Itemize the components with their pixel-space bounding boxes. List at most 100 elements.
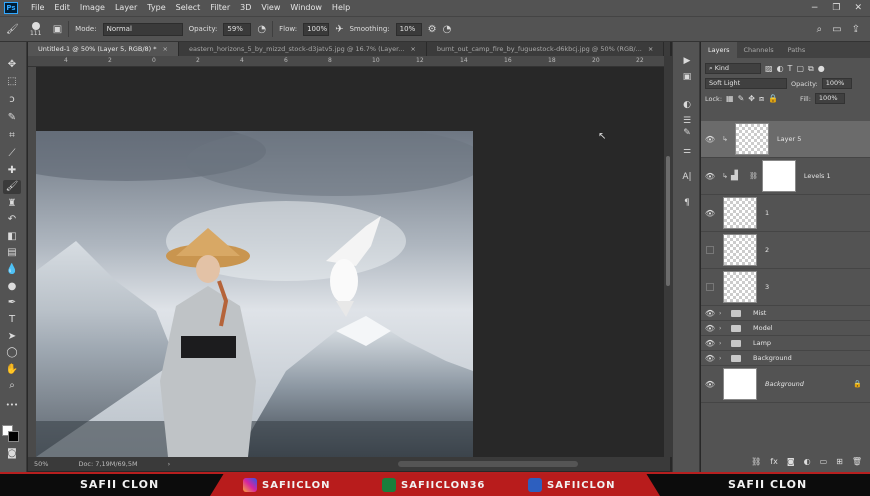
fill-field[interactable]: 100%: [814, 93, 845, 104]
flow-field[interactable]: 100%: [303, 22, 330, 36]
gradient-tool-icon[interactable]: ▤: [3, 246, 21, 260]
type-tool-icon[interactable]: T: [3, 313, 21, 327]
restore-icon[interactable]: ❐: [832, 3, 840, 13]
search-icon[interactable]: ⌕: [817, 24, 823, 35]
layer-row-3[interactable]: 3: [701, 269, 870, 306]
type-filter-icon[interactable]: T: [788, 64, 793, 73]
opacity-field[interactable]: 59%: [223, 22, 252, 36]
link-layers-icon[interactable]: ⛓: [751, 457, 761, 466]
blend-mode-select[interactable]: Soft Light: [705, 78, 787, 89]
scrollbar-thumb[interactable]: [666, 156, 670, 286]
menu-file[interactable]: File: [26, 0, 49, 16]
zoom-level[interactable]: 50%: [34, 460, 48, 468]
visibility-eye-icon[interactable]: 👁: [701, 135, 719, 144]
visibility-toggle-off[interactable]: [706, 246, 714, 254]
chevron-right-icon[interactable]: ›: [719, 310, 727, 317]
menu-edit[interactable]: Edit: [49, 0, 75, 16]
add-mask-icon[interactable]: ◙: [787, 457, 795, 466]
properties-icon[interactable]: ☰: [680, 116, 694, 128]
layer-name[interactable]: 3: [765, 283, 769, 291]
layer-name[interactable]: 2: [765, 246, 769, 254]
workspace-icon[interactable]: ▭: [832, 24, 841, 35]
brush-preset-picker[interactable]: 111: [25, 21, 47, 37]
lock-pixels-icon[interactable]: ✎: [738, 94, 745, 103]
group-name[interactable]: Lamp: [753, 339, 771, 347]
paragraph-icon[interactable]: ¶: [680, 198, 694, 210]
menu-help[interactable]: Help: [327, 0, 355, 16]
mode-select[interactable]: Normal: [102, 22, 183, 36]
clone-stamp-tool-icon[interactable]: ♜: [3, 197, 21, 211]
kind-filter-select[interactable]: ⌕ Kind: [705, 63, 761, 74]
visibility-eye-icon[interactable]: 👁: [701, 339, 719, 348]
new-layer-icon[interactable]: ⊞: [836, 457, 843, 466]
history-icon[interactable]: ▶: [680, 56, 694, 68]
minimize-icon[interactable]: −: [811, 3, 819, 13]
vertical-scrollbar[interactable]: [664, 56, 672, 457]
visibility-toggle-off[interactable]: [706, 283, 714, 291]
adjustments-icon[interactable]: ◐: [680, 100, 694, 112]
tab-layers[interactable]: Layers: [701, 42, 737, 58]
layer-name[interactable]: 1: [765, 209, 769, 217]
brush-settings-icon[interactable]: ▣: [53, 24, 62, 35]
layer-row-layer-5[interactable]: 👁 ↳ Layer 5: [701, 121, 870, 158]
shape-tool-icon[interactable]: ◯: [3, 346, 21, 360]
brush-tool-icon[interactable]: 🖌: [3, 180, 21, 194]
adjustment-filter-icon[interactable]: ◐: [777, 64, 784, 73]
chevron-right-icon[interactable]: ›: [719, 355, 727, 362]
smoothing-field[interactable]: 10%: [395, 22, 422, 36]
close-icon[interactable]: ×: [163, 45, 168, 53]
chevron-right-icon[interactable]: ›: [719, 340, 727, 347]
tab-paths[interactable]: Paths: [781, 42, 813, 58]
layer-group-model[interactable]: 👁 › Model: [701, 321, 870, 336]
quick-mask-icon[interactable]: ◙: [3, 447, 21, 461]
pressure-opacity-icon[interactable]: ◔: [257, 24, 266, 35]
visibility-eye-icon[interactable]: 👁: [701, 380, 719, 389]
visibility-eye-icon[interactable]: 👁: [701, 309, 719, 318]
dodge-tool-icon[interactable]: ●: [3, 280, 21, 294]
layer-style-icon[interactable]: fx: [770, 457, 778, 466]
sliders-icon[interactable]: ⚌: [680, 146, 694, 158]
eraser-tool-icon[interactable]: ◧: [3, 230, 21, 244]
crop-tool-icon[interactable]: ⌗: [3, 129, 21, 143]
actions-icon[interactable]: ▣: [680, 72, 694, 84]
lock-transparency-icon[interactable]: ▦: [726, 94, 734, 103]
zoom-tool-icon[interactable]: ⌕: [3, 379, 21, 393]
horizontal-scrollbar[interactable]: [398, 461, 578, 467]
filter-toggle-icon[interactable]: ●: [818, 64, 825, 73]
chevron-right-icon[interactable]: ›: [719, 325, 727, 332]
history-brush-tool-icon[interactable]: ↶: [3, 213, 21, 227]
tab-channels[interactable]: Channels: [737, 42, 781, 58]
layer-group-mist[interactable]: 👁 › Mist: [701, 306, 870, 321]
background-color-swatch[interactable]: [8, 431, 19, 442]
character-icon[interactable]: A|: [680, 172, 694, 184]
delete-layer-icon[interactable]: 🗑: [852, 457, 862, 466]
tab-untitled-1[interactable]: Untitled-1 @ 50% (Layer 5, RGB/8) * ×: [28, 42, 179, 56]
close-icon[interactable]: ✕: [854, 3, 862, 13]
visibility-eye-icon[interactable]: 👁: [701, 324, 719, 333]
menu-image[interactable]: Image: [75, 0, 110, 16]
menu-layer[interactable]: Layer: [110, 0, 142, 16]
layer-opacity-field[interactable]: 100%: [821, 78, 852, 89]
brush-tool-icon[interactable]: 🖌: [6, 24, 19, 35]
layer-name[interactable]: Layer 5: [777, 135, 801, 143]
eyedropper-tool-icon[interactable]: ⟋: [3, 147, 21, 161]
pressure-size-icon[interactable]: ◔: [443, 24, 452, 35]
marquee-tool-icon[interactable]: ⬚: [3, 75, 21, 89]
menu-filter[interactable]: Filter: [205, 0, 235, 16]
document-canvas[interactable]: [36, 131, 473, 457]
group-name[interactable]: Mist: [753, 309, 766, 317]
group-name[interactable]: Background: [753, 354, 792, 362]
layer-name[interactable]: Levels 1: [804, 172, 831, 180]
layer-row-background[interactable]: 👁 Background 🔒: [701, 366, 870, 403]
layer-group-background[interactable]: 👁 › Background: [701, 351, 870, 366]
more-tools-icon[interactable]: •••: [3, 398, 21, 412]
close-icon[interactable]: ×: [410, 45, 415, 53]
tab-burnt-out-camp-fire[interactable]: burnt_out_camp_fire_by_fuguestock-d6kbcj…: [427, 42, 665, 56]
shape-filter-icon[interactable]: ▢: [796, 64, 804, 73]
menu-3d[interactable]: 3D: [235, 0, 256, 16]
hand-tool-icon[interactable]: ✋: [3, 363, 21, 377]
pixel-filter-icon[interactable]: ▨: [765, 64, 773, 73]
tab-eastern-horizons[interactable]: eastern_horizons_5_by_mizzd_stock-d3jatv…: [179, 42, 427, 56]
close-icon[interactable]: ×: [648, 45, 653, 53]
lock-all-icon[interactable]: 🔒: [768, 94, 778, 103]
